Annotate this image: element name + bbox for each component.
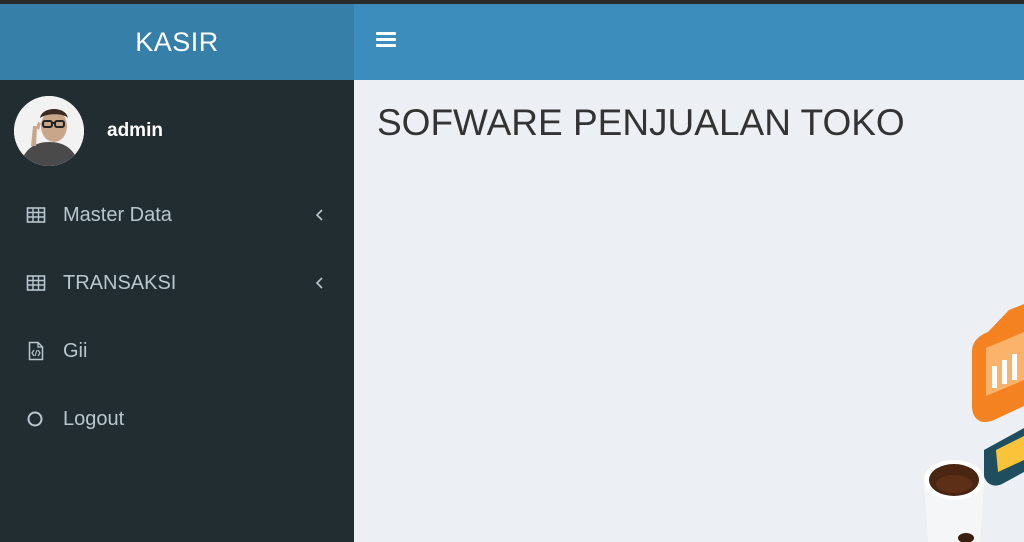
chevron-left-icon xyxy=(315,277,323,289)
top-navbar xyxy=(354,4,1024,80)
avatar xyxy=(14,96,84,166)
app-title: KASIR xyxy=(135,26,219,57)
sidebar-item-master-data[interactable]: Master Data xyxy=(0,191,354,239)
page-title: SOFWARE PENJUALAN TOKO xyxy=(377,102,905,143)
circle-icon xyxy=(27,411,43,427)
sidebar-item-transaksi[interactable]: TRANSAKSI xyxy=(0,259,354,307)
decorative-illustration xyxy=(924,304,1024,542)
sidebar-item-gii[interactable]: Gii xyxy=(0,327,354,375)
sidebar-item-label: TRANSAKSI xyxy=(63,272,177,294)
main-content: SOFWARE PENJUALAN TOKO xyxy=(354,80,1024,542)
table-icon xyxy=(26,207,46,223)
table-icon xyxy=(26,275,46,291)
sidebar-item-label: Logout xyxy=(63,408,125,430)
username: admin xyxy=(107,120,163,141)
sidebar-item-label: Master Data xyxy=(63,204,172,226)
sidebar: admin Master Data TRANSAKSI Gii Logout xyxy=(0,80,354,542)
file-code-icon xyxy=(28,341,44,361)
sidebar-item-logout[interactable]: Logout xyxy=(0,395,354,443)
app-logo[interactable]: KASIR xyxy=(0,4,354,80)
sidebar-item-label: Gii xyxy=(63,340,88,362)
chevron-left-icon xyxy=(315,209,323,221)
sidebar-toggle-hamburger-icon[interactable] xyxy=(376,32,396,50)
